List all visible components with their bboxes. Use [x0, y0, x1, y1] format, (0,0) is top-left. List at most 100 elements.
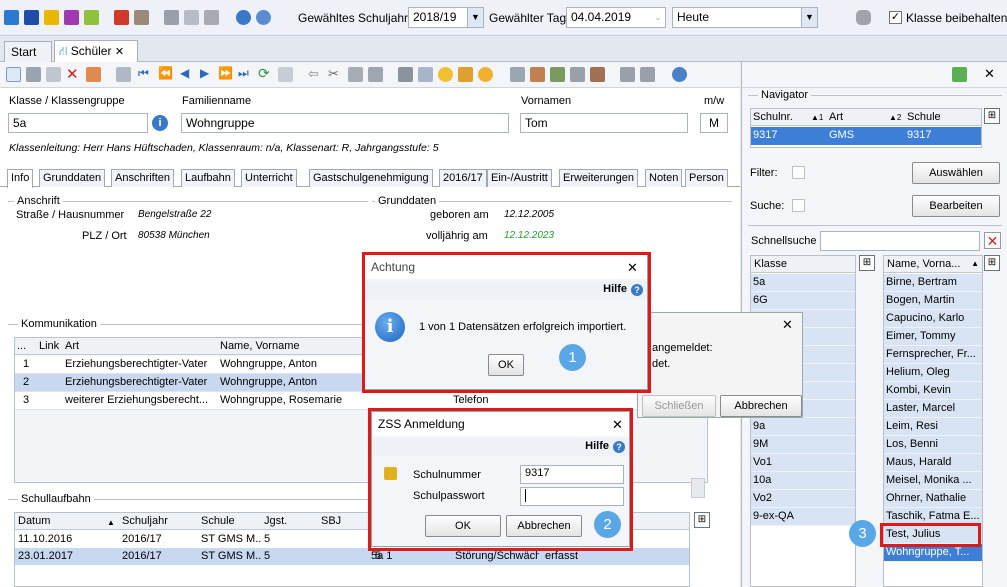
refresh-icon[interactable]: ⟳ — [258, 65, 270, 82]
tab-gastschulgenehmigung[interactable]: Gastschulgenehmigung — [309, 169, 433, 187]
col-header[interactable]: Name, Vorname — [220, 338, 360, 354]
cubes-icon[interactable] — [510, 67, 525, 82]
col-header[interactable]: Jgst. — [264, 513, 314, 529]
column-chooser-icon[interactable]: ⊞ — [859, 255, 875, 271]
col-header[interactable]: Datum — [18, 513, 118, 529]
vornamen-field[interactable]: Tom — [520, 113, 688, 133]
first-record-icon[interactable]: ⏮ — [138, 66, 149, 81]
refresh-icon[interactable] — [952, 67, 967, 82]
save-icon[interactable] — [26, 67, 41, 82]
list-item[interactable]: Ohrner, Nathalie — [884, 490, 982, 508]
klasse-beibehalten-checkbox[interactable]: ✓ — [889, 11, 902, 24]
house-icon[interactable] — [620, 67, 635, 82]
tab-start[interactable]: Start ✕ — [4, 41, 52, 73]
list-item[interactable]: Leim, Resi — [884, 418, 982, 436]
col-header[interactable]: Link — [39, 338, 65, 354]
window-icon[interactable] — [184, 10, 199, 25]
list-item[interactable]: 10a — [751, 472, 855, 490]
report-icon[interactable] — [134, 10, 149, 25]
info-icon[interactable]: i — [152, 115, 168, 131]
list-item[interactable]: 9a — [751, 418, 855, 436]
print-icon[interactable] — [398, 67, 413, 82]
folder-icon[interactable] — [570, 67, 585, 82]
list-item[interactable]: 5a — [751, 274, 855, 292]
column-chooser-icon[interactable]: ⊞ — [694, 512, 710, 528]
heute-select[interactable]: Heute ▼ — [672, 7, 818, 28]
list-item[interactable]: Laster, Marcel — [884, 400, 982, 418]
last-record-icon[interactable]: ⏭ — [238, 66, 249, 81]
col-header[interactable]: SBJ — [321, 513, 361, 529]
new-icon[interactable] — [6, 67, 21, 82]
arrow-left-icon[interactable]: ⇦ — [308, 66, 319, 82]
mw-field[interactable]: M — [700, 113, 728, 133]
app-icon-1[interactable] — [4, 10, 19, 25]
cut-icon[interactable]: ✂ — [328, 66, 339, 82]
list-item[interactable]: Kombi, Kevin — [884, 382, 982, 400]
house2-icon[interactable] — [640, 67, 655, 82]
paste2-icon[interactable] — [368, 67, 383, 82]
schuljahr-select[interactable]: 2018/19 ▼ — [408, 7, 484, 28]
flash-icon[interactable] — [204, 10, 219, 25]
familienname-field[interactable]: Wohngruppe — [181, 113, 509, 133]
app-icon-3[interactable] — [44, 10, 59, 25]
book-icon[interactable] — [114, 10, 129, 25]
col-header[interactable]: Schule — [907, 109, 967, 125]
list-icon[interactable] — [116, 67, 131, 82]
tab-schueler[interactable]: ⛙ Schüler ✕ — [54, 40, 138, 62]
close-icon[interactable]: ✕ — [115, 46, 124, 58]
undo-icon[interactable] — [46, 67, 61, 82]
klasse-header[interactable]: Klasse — [751, 256, 855, 273]
list-item[interactable]: Bogen, Martin — [884, 292, 982, 310]
navigator-row[interactable]: 9317 GMS 9317 — [751, 127, 981, 145]
list-item[interactable]: Helium, Oleg — [884, 364, 982, 382]
list-item[interactable]: Fernsprecher, Fr... — [884, 346, 982, 364]
tab-person[interactable]: Person — [685, 169, 728, 187]
grid-icon[interactable] — [278, 67, 293, 82]
next-page-icon[interactable]: ⏩ — [218, 66, 233, 80]
copy-icon[interactable] — [164, 10, 179, 25]
clock-icon[interactable] — [478, 67, 493, 82]
chevron-down-icon[interactable]: ▼ — [467, 8, 483, 27]
tab-grunddaten[interactable]: Grunddaten — [39, 169, 106, 187]
export-icon[interactable] — [550, 67, 565, 82]
col-header[interactable]: Schulnr. — [753, 109, 813, 125]
col-header[interactable]: Art — [65, 338, 215, 354]
lock-icon[interactable] — [856, 10, 871, 25]
list-item[interactable]: 9M — [751, 436, 855, 454]
delete-icon[interactable]: ✕ — [66, 65, 79, 83]
app-icon-2[interactable] — [24, 10, 39, 25]
chevron-down-icon[interactable]: ⌄ — [651, 8, 665, 27]
abbrechen-button[interactable]: Abbrechen — [720, 395, 802, 417]
brush-icon[interactable] — [458, 67, 473, 82]
tab-erweiterungen[interactable]: Erweiterungen — [559, 169, 638, 187]
help-icon[interactable] — [256, 10, 271, 25]
tag-field[interactable]: 04.04.2019 ⌄ — [566, 7, 666, 28]
clear-search-icon[interactable]: ✕ — [984, 232, 1001, 249]
list-item[interactable]: Birne, Bertram — [884, 274, 982, 292]
bearbeiten-button[interactable]: Bearbeiten — [912, 195, 1000, 217]
edit-icon[interactable] — [86, 67, 101, 82]
person-icon[interactable] — [530, 67, 545, 82]
schliessen-button[interactable]: Schließen — [642, 395, 716, 417]
col-header[interactable]: Art — [829, 109, 889, 125]
tab-noten[interactable]: Noten — [645, 169, 683, 187]
close-icon[interactable]: ✕ — [782, 317, 793, 333]
list-item[interactable]: Capucino, Karlo — [884, 310, 982, 328]
tab-info[interactable]: Info — [7, 169, 34, 188]
col-header[interactable]: ... — [17, 338, 37, 354]
app-icon-5[interactable] — [84, 10, 99, 25]
list-item[interactable]: Meisel, Monika ... — [884, 472, 982, 490]
id-card-icon[interactable] — [590, 67, 605, 82]
paste-icon[interactable] — [348, 67, 363, 82]
list-item[interactable]: 6G — [751, 292, 855, 310]
next-icon[interactable]: ▶ — [200, 66, 209, 80]
col-header[interactable]: Schule — [201, 513, 261, 529]
name-header[interactable]: Name, Vorna... ▲ — [884, 256, 982, 273]
filter-checkbox[interactable] — [792, 166, 805, 179]
col-header[interactable]: Schuljahr — [122, 513, 202, 529]
tab-ein-austritt[interactable]: Ein-/Austritt — [487, 169, 552, 187]
chevron-down-icon[interactable]: ▼ — [801, 8, 817, 27]
tab-laufbahn[interactable]: Laufbahn — [181, 169, 235, 187]
list-item[interactable]: Los, Benni — [884, 436, 982, 454]
close-icon[interactable]: ✕ — [984, 66, 995, 82]
